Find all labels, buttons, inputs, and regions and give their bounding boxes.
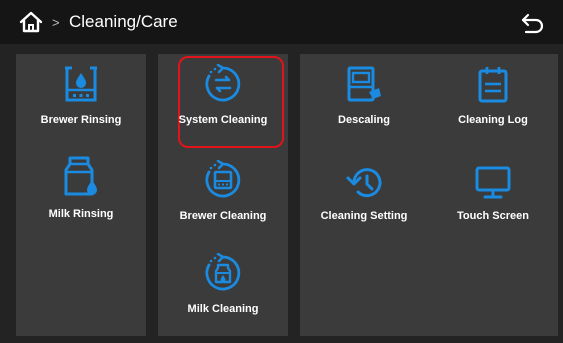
system-cleaning-button[interactable]: System Cleaning xyxy=(159,64,287,126)
descaling-icon xyxy=(347,66,381,102)
brewer-cleaning-button[interactable]: Brewer Cleaning xyxy=(159,160,287,222)
touch-screen-button[interactable]: Touch Screen xyxy=(429,166,557,222)
cleaning-care-screen: > Cleaning/Care Brewer Rinsing Milk Rins xyxy=(0,0,563,343)
brewer-cleaning-label: Brewer Cleaning xyxy=(179,210,267,222)
cleaning-setting-label: Cleaning Setting xyxy=(320,210,408,222)
breadcrumb-separator: > xyxy=(52,15,60,30)
cleaning-log-button[interactable]: Cleaning Log xyxy=(429,66,557,126)
brewer-rinsing-button[interactable]: Brewer Rinsing xyxy=(17,66,145,126)
cleaning-setting-icon xyxy=(346,168,382,198)
milk-cleaning-icon xyxy=(205,253,241,291)
milk-rinsing-label: Milk Rinsing xyxy=(48,208,114,220)
milk-cleaning-label: Milk Cleaning xyxy=(187,303,259,315)
descaling-label: Descaling xyxy=(338,114,390,126)
brewer-cleaning-icon xyxy=(205,160,241,198)
touch-screen-icon xyxy=(475,166,511,199)
milk-rinsing-button[interactable]: Milk Rinsing xyxy=(17,156,145,220)
home-icon[interactable] xyxy=(18,9,44,35)
milk-cleaning-button[interactable]: Milk Cleaning xyxy=(159,253,287,315)
system-cleaning-label: System Cleaning xyxy=(178,114,268,126)
cleaning-log-label: Cleaning Log xyxy=(458,114,528,126)
system-cleaning-icon xyxy=(205,64,241,102)
cleaning-setting-button[interactable]: Cleaning Setting xyxy=(300,166,428,222)
descaling-button[interactable]: Descaling xyxy=(300,66,428,126)
page-title: Cleaning/Care xyxy=(69,12,178,31)
brewer-rinsing-icon xyxy=(65,66,97,102)
milk-rinsing-icon xyxy=(64,156,97,196)
back-arrow-icon[interactable] xyxy=(520,10,546,36)
header-bar: > Cleaning/Care xyxy=(0,0,563,44)
brewer-rinsing-label: Brewer Rinsing xyxy=(40,114,122,126)
cleaning-log-icon xyxy=(478,67,508,103)
touch-screen-label: Touch Screen xyxy=(457,210,529,222)
